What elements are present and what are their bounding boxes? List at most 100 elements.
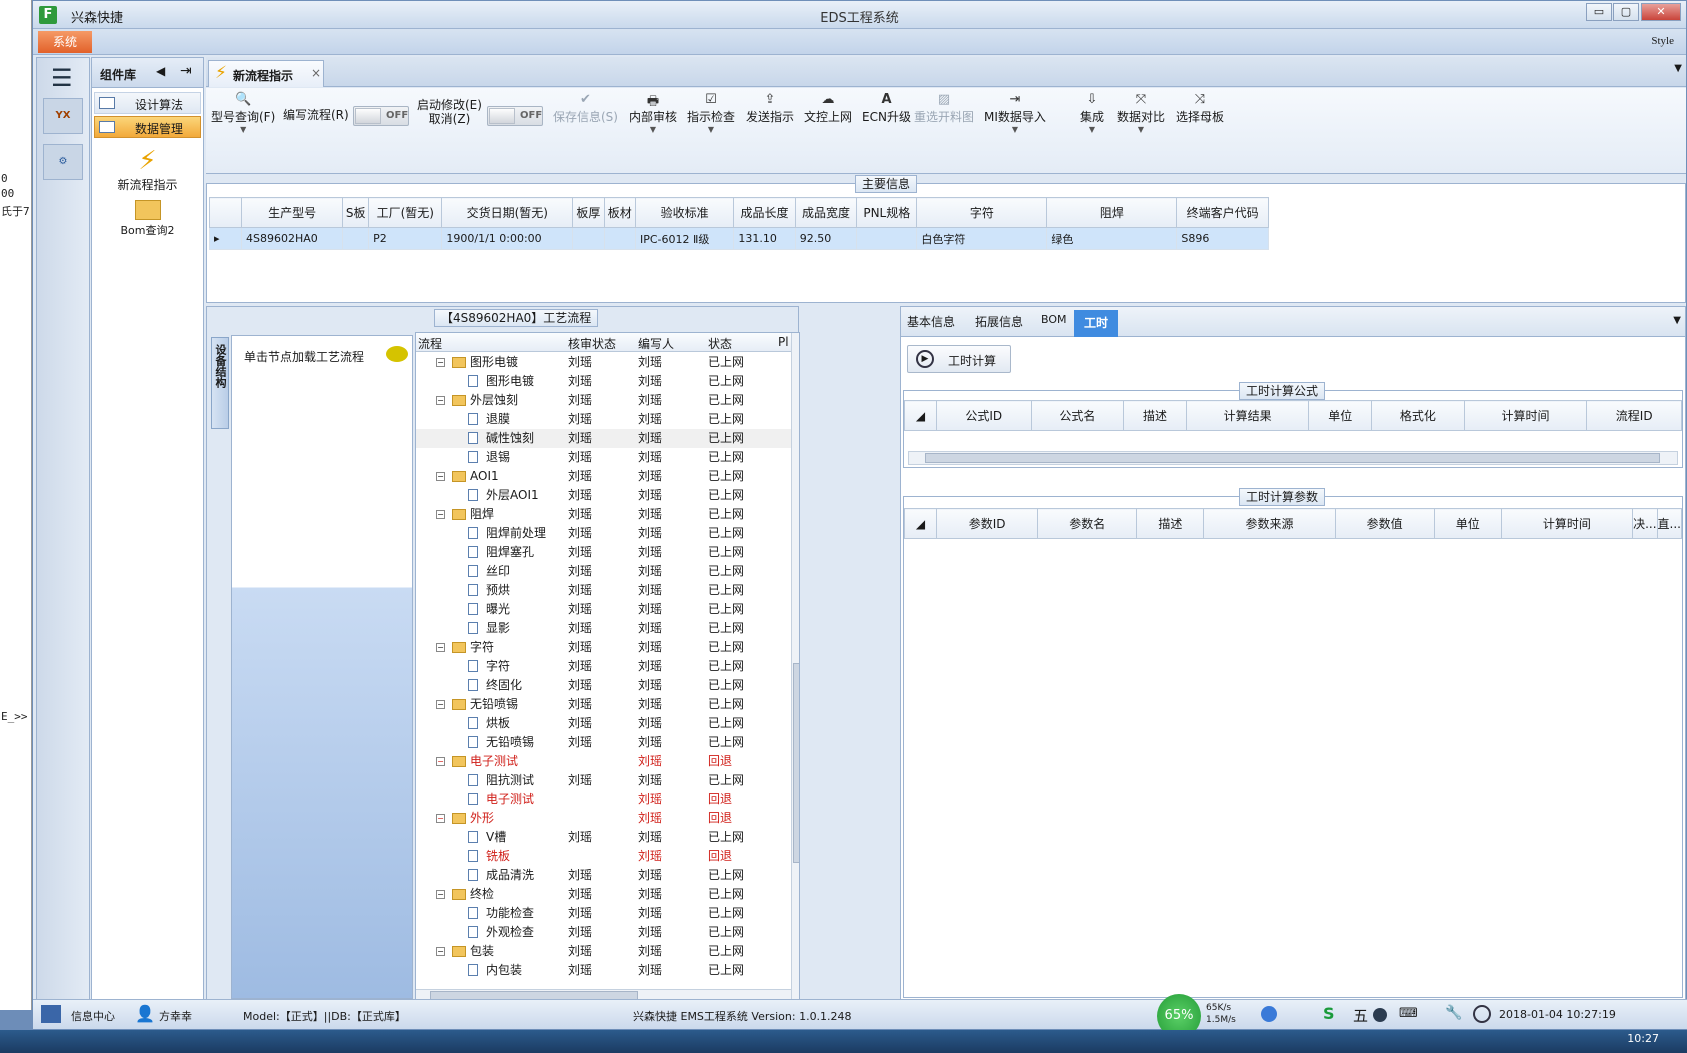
tab-list-dropdown-icon[interactable]: ▼	[1674, 63, 1682, 74]
collapse-toggle-icon[interactable]: −	[436, 890, 445, 899]
close-window-button[interactable]: ✕	[1641, 3, 1681, 21]
bom-query-shortcut[interactable]: Bom查询2	[94, 200, 201, 238]
column-header[interactable]: 流程ID	[1586, 400, 1682, 431]
column-header[interactable]: 描述	[1123, 400, 1187, 431]
collapse-toggle-icon[interactable]: −	[436, 700, 445, 709]
column-header[interactable]: 状态	[708, 335, 732, 352]
tree-node-row[interactable]: 阻焊塞孔 刘瑶 刘瑶 已上网	[416, 543, 791, 562]
tree-node-row[interactable]: 无铅喷锡 刘瑶 刘瑶 已上网	[416, 733, 791, 752]
column-header[interactable]: 交货日期(暂无)	[441, 197, 574, 228]
tree-group-row[interactable]: − 阻焊 刘瑶 刘瑶 已上网	[416, 505, 791, 524]
tree-node-row[interactable]: V槽 刘瑶 刘瑶 已上网	[416, 828, 791, 847]
column-header[interactable]: 参数值	[1334, 508, 1435, 539]
tree-node-row[interactable]: 阻抗测试 刘瑶 刘瑶 已上网	[416, 771, 791, 790]
ime-mode[interactable]: 五	[1353, 1005, 1368, 1026]
collapse-toggle-icon[interactable]: −	[436, 472, 445, 481]
column-header[interactable]: 工厂(暂无)	[368, 197, 443, 228]
column-header[interactable]: 描述	[1136, 508, 1205, 539]
column-header[interactable]: 格式化	[1371, 400, 1465, 431]
document-online-button[interactable]: ☁ 文控上网	[804, 92, 852, 125]
tree-node-row[interactable]: 曝光 刘瑶 刘瑶 已上网	[416, 600, 791, 619]
save-info-button[interactable]: ✔ 保存信息(S)	[553, 92, 618, 125]
tree-node-row[interactable]: 成品清洗 刘瑶 刘瑶 已上网	[416, 866, 791, 885]
write-process-toggle[interactable]: OFF	[353, 106, 409, 126]
column-header[interactable]: 编写人	[638, 335, 674, 352]
column-header[interactable]: 字符	[916, 197, 1048, 228]
reselect-cutting-map-button[interactable]: ▨ 重选开料图	[914, 92, 974, 125]
collapse-toggle-icon[interactable]: −	[436, 396, 445, 405]
tree-node-row[interactable]: 功能检查 刘瑶 刘瑶 已上网	[416, 904, 791, 923]
scrollbar-thumb[interactable]	[925, 453, 1660, 463]
collapse-toggle-icon[interactable]: −	[436, 643, 445, 652]
tree-group-row[interactable]: − 外形 刘瑶 回退	[416, 809, 791, 828]
tab-new-process[interactable]: ⚡ 新流程指示 ×	[208, 60, 324, 87]
tab-dropdown-icon[interactable]: ▼	[1673, 315, 1681, 326]
select-mother-board-button[interactable]: ⤨ 选择母板	[1176, 92, 1224, 125]
tree-node-row[interactable]: 铣板 刘瑶 回退	[416, 847, 791, 866]
collapse-toggle-icon[interactable]: −	[436, 757, 445, 766]
column-header[interactable]: PNL规格	[856, 197, 918, 228]
internal-review-button[interactable]: 🖶 内部审核 ▼	[629, 92, 677, 134]
tab-bom[interactable]: BOM	[1041, 313, 1067, 326]
pin-panel-icon[interactable]: ⇥	[180, 63, 192, 79]
tab-basic-info[interactable]: 基本信息	[907, 313, 955, 330]
start-modify-toggle[interactable]: OFF	[487, 106, 543, 126]
column-header[interactable]: 验收标准	[634, 197, 735, 228]
tree-group-row[interactable]: − 字符 刘瑶 刘瑶 已上网	[416, 638, 791, 657]
collapse-toggle-icon[interactable]: −	[436, 358, 445, 367]
sogou-ime-icon[interactable]: S	[1323, 1004, 1335, 1023]
tree-node-row[interactable]: 丝印 刘瑶 刘瑶 已上网	[416, 562, 791, 581]
tree-node-row[interactable]: 终固化 刘瑶 刘瑶 已上网	[416, 676, 791, 695]
column-header[interactable]: 生产型号	[240, 197, 344, 228]
punctuation-icon[interactable]	[1373, 1008, 1387, 1022]
factory-module-icon[interactable]: YX	[43, 98, 83, 134]
column-header[interactable]: 决...	[1632, 508, 1658, 539]
work-hour-calc-button[interactable]: ▶ 工时计算	[907, 345, 1011, 373]
tree-node-row[interactable]: 图形电镀 刘瑶 刘瑶 已上网	[416, 372, 791, 391]
tree-vertical-scrollbar[interactable]	[791, 333, 799, 999]
tree-group-row[interactable]: − 图形电镀 刘瑶 刘瑶 已上网	[416, 353, 791, 372]
column-header[interactable]: S板	[342, 197, 370, 228]
tree-node-row[interactable]: 电子测试 刘瑶 回退	[416, 790, 791, 809]
tree-node-row[interactable]: 预烘 刘瑶 刘瑶 已上网	[416, 581, 791, 600]
tree-node-row[interactable]: 外观检查 刘瑶 刘瑶 已上网	[416, 923, 791, 942]
instruction-check-button[interactable]: ☑ 指示检查 ▼	[687, 92, 735, 134]
maximize-button[interactable]: ▢	[1613, 3, 1639, 21]
collapse-toggle-icon[interactable]: −	[436, 947, 445, 956]
tree-node-row[interactable]: 外层AOI1 刘瑶 刘瑶 已上网	[416, 486, 791, 505]
tree-group-row[interactable]: − 无铅喷锡 刘瑶 刘瑶 已上网	[416, 695, 791, 714]
lib-item-data-management[interactable]: 数据管理	[94, 116, 201, 138]
tree-group-row[interactable]: − 终检 刘瑶 刘瑶 已上网	[416, 885, 791, 904]
column-header[interactable]: 单位	[1433, 508, 1502, 539]
tree-group-row[interactable]: − AOI1 刘瑶 刘瑶 已上网	[416, 467, 791, 486]
column-header[interactable]: Pl	[778, 335, 789, 349]
formula-horizontal-scrollbar[interactable]	[908, 451, 1678, 465]
tree-node-row[interactable]: 退锡 刘瑶 刘瑶 已上网	[416, 448, 791, 467]
column-header[interactable]: 成品宽度	[794, 197, 858, 228]
send-instruction-button[interactable]: ⇪ 发送指示	[746, 92, 794, 125]
keyboard-icon[interactable]: ⌨	[1399, 1006, 1418, 1021]
calculator-module-icon[interactable]: ⚙	[43, 144, 83, 180]
add-circle-icon[interactable]	[1261, 1006, 1277, 1022]
column-header[interactable]: 阻焊	[1046, 197, 1178, 228]
tree-group-row[interactable]: − 电子测试 刘瑶 回退	[416, 752, 791, 771]
new-process-shortcut[interactable]: ⚡ 新流程指示	[94, 146, 201, 193]
ecn-upgrade-button[interactable]: A ECN升级	[862, 92, 911, 125]
tree-group-row[interactable]: − 外层蚀刻 刘瑶 刘瑶 已上网	[416, 391, 791, 410]
info-center-link[interactable]: 信息中心	[71, 1008, 115, 1024]
lib-item-design-algorithm[interactable]: 设计算法	[94, 92, 201, 114]
model-query-button[interactable]: 🔍 型号查询(F) ▼	[211, 92, 275, 134]
style-menu[interactable]: Style	[1651, 35, 1674, 47]
system-menu-button[interactable]: 系统	[38, 31, 92, 53]
tree-node-row[interactable]: 字符 刘瑶 刘瑶 已上网	[416, 657, 791, 676]
data-compare-button[interactable]: ⤧ 数据对比 ▼	[1117, 92, 1165, 134]
device-structure-tab[interactable]: 设备结构	[211, 337, 229, 429]
tree-node-row[interactable]: 阻焊前处理 刘瑶 刘瑶 已上网	[416, 524, 791, 543]
column-header[interactable]: 公式名	[1030, 400, 1125, 431]
column-header[interactable]: 核审状态	[568, 335, 616, 352]
tree-group-row[interactable]: − 包装 刘瑶 刘瑶 已上网	[416, 942, 791, 961]
collapse-toggle-icon[interactable]: −	[436, 814, 445, 823]
column-header[interactable]: 板厚	[572, 197, 605, 228]
column-header[interactable]: 公式ID	[936, 400, 1032, 431]
hamburger-menu-icon[interactable]: ☰	[51, 64, 73, 92]
